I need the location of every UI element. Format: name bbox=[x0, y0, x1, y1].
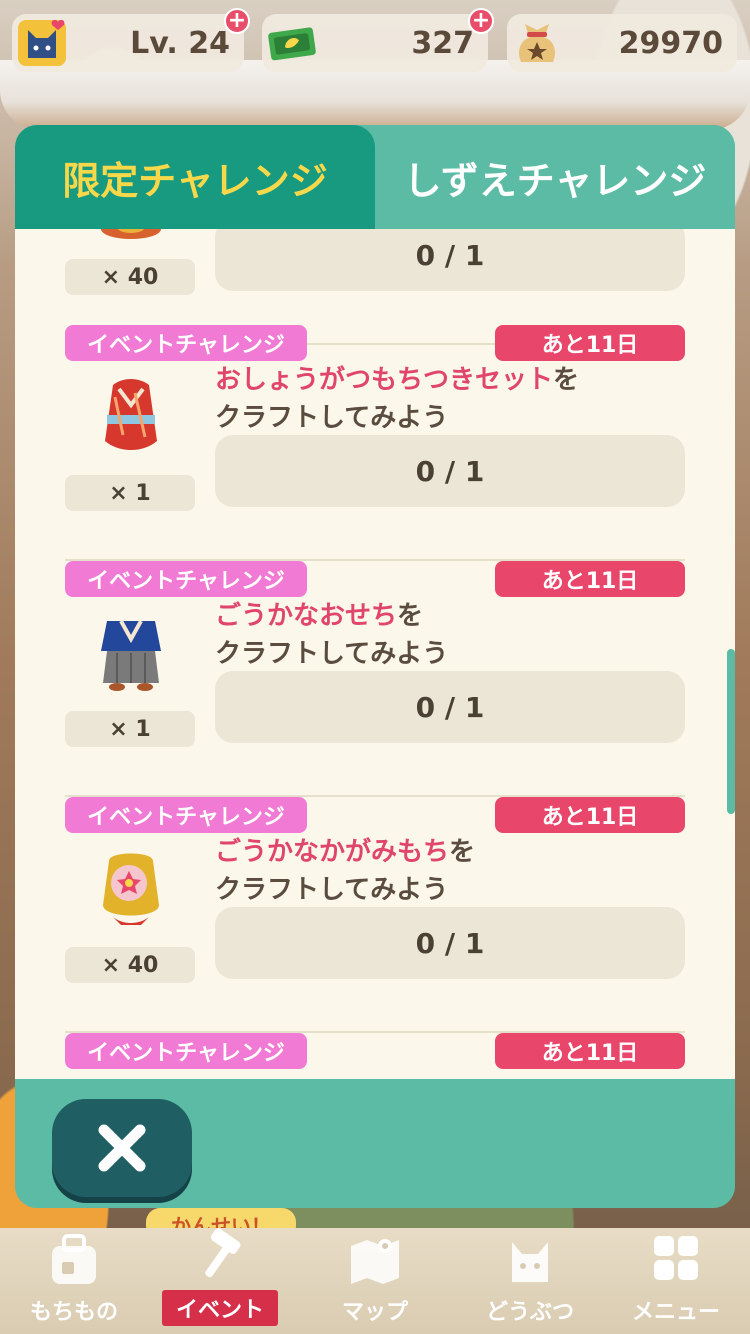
tab-limited-challenge[interactable]: 限定チャレンジ bbox=[15, 125, 375, 229]
desc-suffix: を bbox=[553, 365, 580, 395]
bell-bag-icon bbox=[518, 24, 556, 62]
remaining-days-tag: あと11日 bbox=[495, 797, 685, 833]
bells-display: 29970 bbox=[507, 14, 737, 72]
leaf-ticket-icon bbox=[268, 27, 316, 61]
partial-item-icon bbox=[101, 229, 161, 239]
add-leaf-ticket-icon[interactable]: + bbox=[468, 8, 494, 34]
remaining-days-tag: あと11日 bbox=[495, 561, 685, 597]
challenge-item: イベントチャレンジ あと11日 × 1 おしょうがつもちつきセットを クラフトし… bbox=[15, 325, 735, 561]
challenge-modal: 限定チャレンジ しずえチャレンジ × 40 0 / 1 イベントチャレンジ あと… bbox=[15, 125, 735, 1208]
nav-label: どうぶつ bbox=[485, 1300, 574, 1325]
desc-line2: クラフトしてみよう bbox=[215, 639, 449, 669]
event-challenge-tag: イベントチャレンジ bbox=[65, 325, 307, 361]
reward-quantity: × 40 bbox=[65, 947, 195, 983]
level-text: Lv. 24 bbox=[130, 25, 230, 61]
map-icon bbox=[351, 1239, 399, 1284]
challenge-description: ごうかなおせちを クラフトしてみよう bbox=[215, 597, 675, 673]
leaf-ticket-display[interactable]: 327 + bbox=[262, 8, 494, 72]
desc-line2: クラフトしてみよう bbox=[215, 875, 449, 905]
remaining-days-tag: あと11日 bbox=[495, 325, 685, 361]
craft-item-name: おしょうがつもちつきセット bbox=[215, 365, 554, 395]
reward-quantity: × 40 bbox=[65, 259, 195, 295]
progress-bar: 0 / 1 bbox=[215, 229, 685, 291]
challenge-list[interactable]: × 40 0 / 1 イベントチャレンジ あと11日 × 1 おしょうがつもちつ… bbox=[15, 229, 735, 1079]
craft-item-name: ごうかなかがみもち bbox=[215, 837, 450, 867]
red-kimono-icon bbox=[105, 379, 157, 450]
event-challenge-tag: イベントチャレンジ bbox=[65, 1033, 307, 1069]
reward-quantity: × 1 bbox=[65, 475, 195, 511]
desc-suffix: を bbox=[449, 837, 476, 867]
tab-shizue-challenge[interactable]: しずえチャレンジ bbox=[375, 125, 735, 229]
nav-label: イベント bbox=[161, 1290, 278, 1326]
level-display[interactable]: Lv. 24 + bbox=[12, 8, 250, 72]
cat-icon bbox=[512, 1242, 548, 1282]
nav-items[interactable]: もちもの bbox=[4, 1228, 144, 1334]
challenge-description: おしょうがつもちつきセットを クラフトしてみよう bbox=[215, 361, 675, 437]
scrollbar[interactable] bbox=[727, 649, 735, 814]
challenge-description: ごうかなかがみもちを クラフトしてみよう bbox=[215, 833, 675, 909]
progress-bar: 0 / 1 bbox=[215, 907, 685, 979]
modal-footer bbox=[15, 1079, 735, 1208]
nav-event[interactable]: イベント bbox=[150, 1228, 290, 1334]
close-button[interactable] bbox=[52, 1099, 192, 1197]
desc-line2: クラフトしてみよう bbox=[215, 403, 449, 433]
desc-suffix: を bbox=[397, 601, 424, 631]
event-challenge-tag: イベントチャレンジ bbox=[65, 797, 307, 833]
bells-count: 29970 bbox=[618, 25, 723, 61]
challenge-item: イベントチャレンジ あと11日 × 1 ごうかなおせちを クラフトしてみよう 0… bbox=[15, 561, 735, 797]
nav-label: マップ bbox=[341, 1300, 408, 1325]
gold-lucky-bag-icon bbox=[103, 853, 159, 925]
nav-animals[interactable]: どうぶつ bbox=[460, 1228, 600, 1334]
nav-label: メニュー bbox=[631, 1300, 720, 1325]
hammer-icon bbox=[205, 1228, 241, 1278]
reward-quantity: × 1 bbox=[65, 711, 195, 747]
progress-bar: 0 / 1 bbox=[215, 671, 685, 743]
bag-icon bbox=[52, 1234, 96, 1284]
remaining-days-tag: あと11日 bbox=[495, 1033, 685, 1069]
nav-label: もちもの bbox=[29, 1300, 118, 1325]
blue-hakama-icon bbox=[101, 620, 161, 691]
progress-bar: 0 / 1 bbox=[215, 435, 685, 507]
nav-map[interactable]: マップ bbox=[305, 1228, 445, 1334]
zoom-plus-icon[interactable]: + bbox=[224, 8, 250, 34]
event-challenge-tag: イベントチャレンジ bbox=[65, 561, 307, 597]
craft-item-name: ごうかなおせち bbox=[215, 601, 398, 631]
cat-avatar-icon bbox=[18, 19, 66, 66]
bottom-nav: もちもの イベント マップ どうぶつ メニュー bbox=[0, 1228, 750, 1334]
challenge-item: イベントチャレンジ あと11日 × 40 ごうかなかがみもちを クラフトしてみよ… bbox=[15, 797, 735, 1033]
leaf-ticket-count: 327 bbox=[411, 25, 474, 61]
nav-menu[interactable]: メニュー bbox=[606, 1228, 746, 1334]
challenge-item: イベントチャレンジ あと11日 bbox=[15, 1033, 735, 1079]
menu-grid-icon bbox=[654, 1236, 698, 1280]
close-icon bbox=[98, 1124, 146, 1172]
